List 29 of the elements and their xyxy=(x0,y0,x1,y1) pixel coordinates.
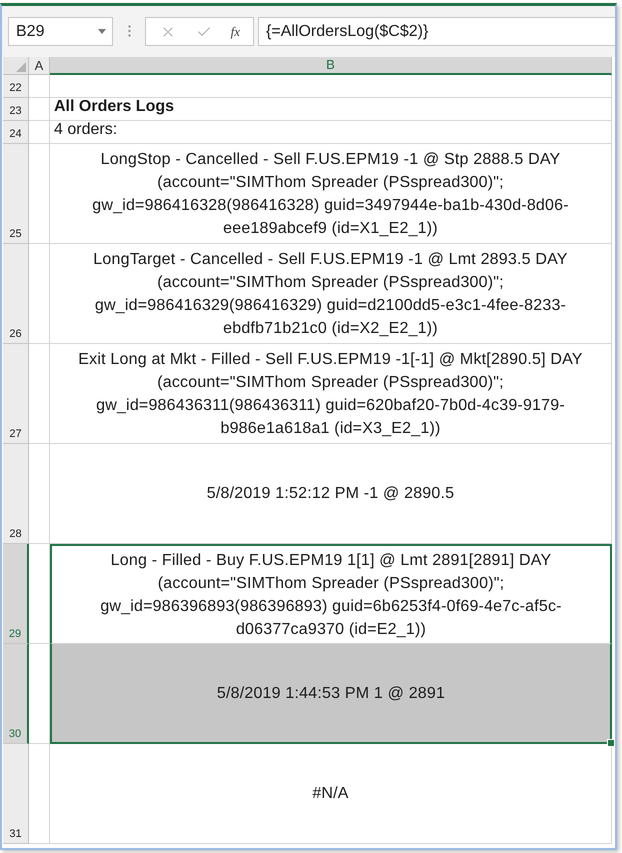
table-cell: 5/8/2019 1:44:53 PM 1 @ 2891 xyxy=(50,644,612,744)
table-cell: All Orders Logs xyxy=(50,98,612,121)
formula-field[interactable]: {=AllOrdersLog($C$2)} xyxy=(258,17,615,46)
table-cell: Exit Long at Mkt - Filled - Sell F.US.EPM19 -1[-1] @ Mkt[2890.5] DAY (account="SIMThom Spreader (PSspread300)"; gw_id=986436311(986436311) guid=620baf20-7b0d-4c39-9179- b986e1a618a1 (id=X3_E2_1)) xyxy=(50,344,612,444)
insert-function-button[interactable]: fx xyxy=(226,20,244,44)
triangle-icon xyxy=(16,62,26,72)
table-cell: Long - Filled - Buy F.US.EPM19 1[1] @ Lmt 2891[2891] DAY (account="SIMThom Spreader (PSspread300)"; gw_id=986396893(986396893) guid=6b6253f4-0f69-4e7c-af5c- d06377ca9370 (id=E2_1)) xyxy=(50,544,612,644)
name-box[interactable]: B29 xyxy=(8,17,113,46)
column-header[interactable]: B xyxy=(50,57,612,75)
column-header[interactable]: A xyxy=(29,57,50,75)
table-cell: #N/A xyxy=(50,744,612,844)
table-cell: 4 orders: xyxy=(50,121,612,144)
table-cell: 5/8/2019 1:52:12 PM -1 @ 2890.5 xyxy=(50,444,612,544)
fill-handle-icon[interactable] xyxy=(607,739,615,747)
row-header[interactable]: 28 xyxy=(3,444,29,544)
table-cell: LongTarget - Cancelled - Sell F.US.EPM19 -1 @ Lmt 2893.5 DAY (account="SIMThom Spreader (PSspread300)"; gw_id=986416329(986416329) guid=d2100dd5-e3c1-4fee-8233- ebdfb71b21c0 (id=X2_E2_1)) xyxy=(50,244,612,344)
row-header[interactable]: 27 xyxy=(3,344,29,444)
row-header[interactable]: 30 xyxy=(3,644,29,744)
row-header[interactable]: 26 xyxy=(3,244,29,344)
row-header[interactable]: 23 xyxy=(3,98,29,121)
caret-icon xyxy=(98,29,106,34)
table-cell: LongStop - Cancelled - Sell F.US.EPM19 -1 @ Stp 2888.5 DAY (account="SIMThom Spreader (PSspread300)"; gw_id=986416328(986416328) guid=3497944e-ba1b-430d-8d06- eee189abcef9 (id=X1_E2_1)) xyxy=(50,144,612,244)
row-header[interactable]: 29 xyxy=(3,544,29,644)
row-header[interactable]: 25 xyxy=(3,144,29,244)
row-header[interactable]: 31 xyxy=(3,744,29,844)
row-header[interactable]: 24 xyxy=(3,121,29,144)
select-all-button[interactable] xyxy=(3,57,29,75)
grip-dots-icon xyxy=(128,25,131,37)
row-header[interactable]: 22 xyxy=(3,75,29,98)
